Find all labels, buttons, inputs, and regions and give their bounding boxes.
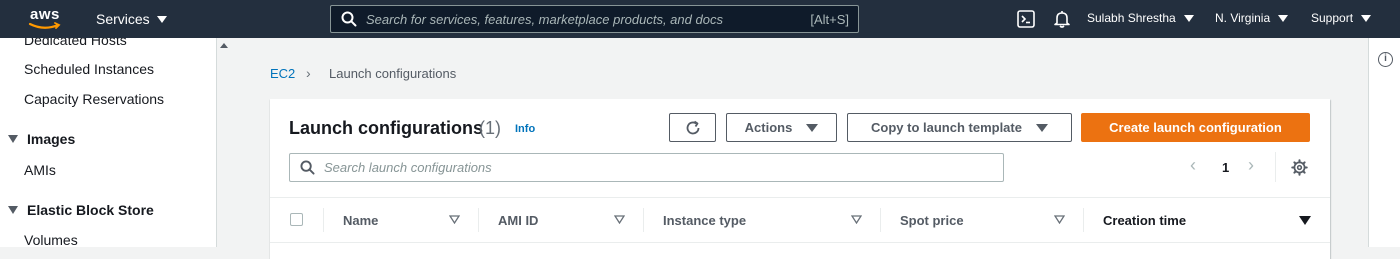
- sidebar: Dedicated Hosts Scheduled Instances Capa…: [0, 38, 217, 247]
- item-count: (1): [479, 118, 501, 138]
- bell-icon[interactable]: [1052, 9, 1072, 29]
- sidebar-section-images[interactable]: Images: [8, 131, 75, 147]
- caret-down-icon: [1278, 14, 1289, 22]
- region-label: N. Virginia: [1215, 11, 1271, 25]
- sidebar-divider: [216, 38, 217, 247]
- aws-smile-icon: [28, 22, 61, 29]
- sort-icon[interactable]: [614, 215, 625, 224]
- previous-page-icon[interactable]: ‹: [1190, 155, 1196, 176]
- caret-down-icon: [1035, 123, 1048, 132]
- search-icon: [341, 11, 357, 27]
- create-launch-configuration-button[interactable]: Create launch configuration: [1081, 113, 1310, 142]
- column-header-creation-time[interactable]: Creation time: [1103, 213, 1186, 228]
- column-divider: [1083, 208, 1084, 232]
- search-placeholder: Search for services, features, marketpla…: [366, 11, 723, 27]
- region-menu[interactable]: N. Virginia: [1215, 11, 1289, 25]
- column-divider: [478, 208, 479, 232]
- services-label: Services: [96, 11, 150, 27]
- sidebar-item-scheduled-instances[interactable]: Scheduled Instances: [24, 61, 154, 77]
- column-header-instance-type[interactable]: Instance type: [663, 213, 746, 228]
- search-shortcut: [Alt+S]: [810, 11, 849, 27]
- next-page-icon[interactable]: ›: [1248, 155, 1254, 176]
- services-menu[interactable]: Services: [96, 11, 167, 27]
- gear-icon[interactable]: [1291, 159, 1308, 176]
- refresh-icon: [686, 120, 699, 134]
- help-panel-strip: i: [1368, 38, 1400, 247]
- caret-down-icon: [156, 15, 167, 23]
- cloudshell-icon[interactable]: [1016, 9, 1036, 29]
- sort-descending-icon[interactable]: [1299, 216, 1311, 225]
- info-icon[interactable]: i: [1378, 52, 1393, 67]
- page-title: Launch configurations: [289, 118, 484, 138]
- sidebar-item-capacity-reservations[interactable]: Capacity Reservations: [24, 91, 164, 107]
- column-header-ami-id[interactable]: AMI ID: [498, 213, 538, 228]
- user-label: Sulabh Shrestha: [1087, 11, 1176, 25]
- global-search-input[interactable]: Search for services, features, marketpla…: [330, 5, 859, 33]
- sidebar-section-elastic-block-store[interactable]: Elastic Block Store: [8, 202, 154, 218]
- chevron-right-icon: ›: [306, 65, 311, 81]
- sidebar-item-amis[interactable]: AMIs: [24, 162, 56, 178]
- sort-icon[interactable]: [449, 215, 460, 224]
- actions-dropdown[interactable]: Actions: [726, 113, 837, 142]
- select-all-checkbox[interactable]: [290, 213, 303, 226]
- copy-label: Copy to launch template: [871, 120, 1022, 135]
- support-label: Support: [1311, 11, 1354, 25]
- sort-icon[interactable]: [851, 215, 862, 224]
- sort-icon[interactable]: [1054, 215, 1065, 224]
- table-top-border: [270, 197, 1330, 198]
- sidebar-section-label: Elastic Block Store: [27, 202, 154, 218]
- column-divider: [643, 208, 644, 232]
- info-link[interactable]: Info: [515, 123, 535, 135]
- scroll-up-arrow-icon[interactable]: [220, 43, 228, 48]
- sidebar-item-dedicated-hosts[interactable]: Dedicated Hosts: [24, 38, 127, 48]
- collapse-icon: [8, 135, 18, 143]
- sidebar-section-label: Images: [27, 131, 76, 147]
- caret-down-icon: [806, 123, 819, 132]
- sidebar-item-volumes[interactable]: Volumes: [24, 232, 78, 247]
- user-menu[interactable]: Sulabh Shrestha: [1087, 11, 1194, 25]
- breadcrumb-ec2[interactable]: EC2: [270, 66, 295, 81]
- table-header-bottom-border: [270, 242, 1330, 243]
- copy-to-launch-template-button[interactable]: Copy to launch template: [847, 113, 1072, 142]
- caret-down-icon: [1183, 14, 1194, 22]
- page-number[interactable]: 1: [1222, 160, 1229, 175]
- refresh-button[interactable]: [669, 113, 716, 142]
- search-launch-configurations-input[interactable]: Search launch configurations: [289, 153, 1004, 182]
- top-navigation-bar: aws Services Search for services, featur…: [0, 0, 1400, 38]
- column-header-spot-price[interactable]: Spot price: [900, 213, 964, 228]
- aws-logo[interactable]: aws: [28, 4, 68, 34]
- caret-down-icon: [1361, 14, 1372, 22]
- aws-logo-text: aws: [30, 6, 60, 23]
- column-divider: [323, 208, 324, 232]
- pagination-divider: [1275, 152, 1276, 182]
- breadcrumb-current: Launch configurations: [329, 66, 457, 81]
- column-divider: [880, 208, 881, 232]
- filter-placeholder: Search launch configurations: [324, 160, 492, 175]
- collapse-icon: [8, 206, 18, 214]
- support-menu[interactable]: Support: [1311, 11, 1372, 25]
- column-header-name[interactable]: Name: [343, 213, 378, 228]
- search-icon: [300, 160, 315, 175]
- actions-label: Actions: [744, 120, 793, 135]
